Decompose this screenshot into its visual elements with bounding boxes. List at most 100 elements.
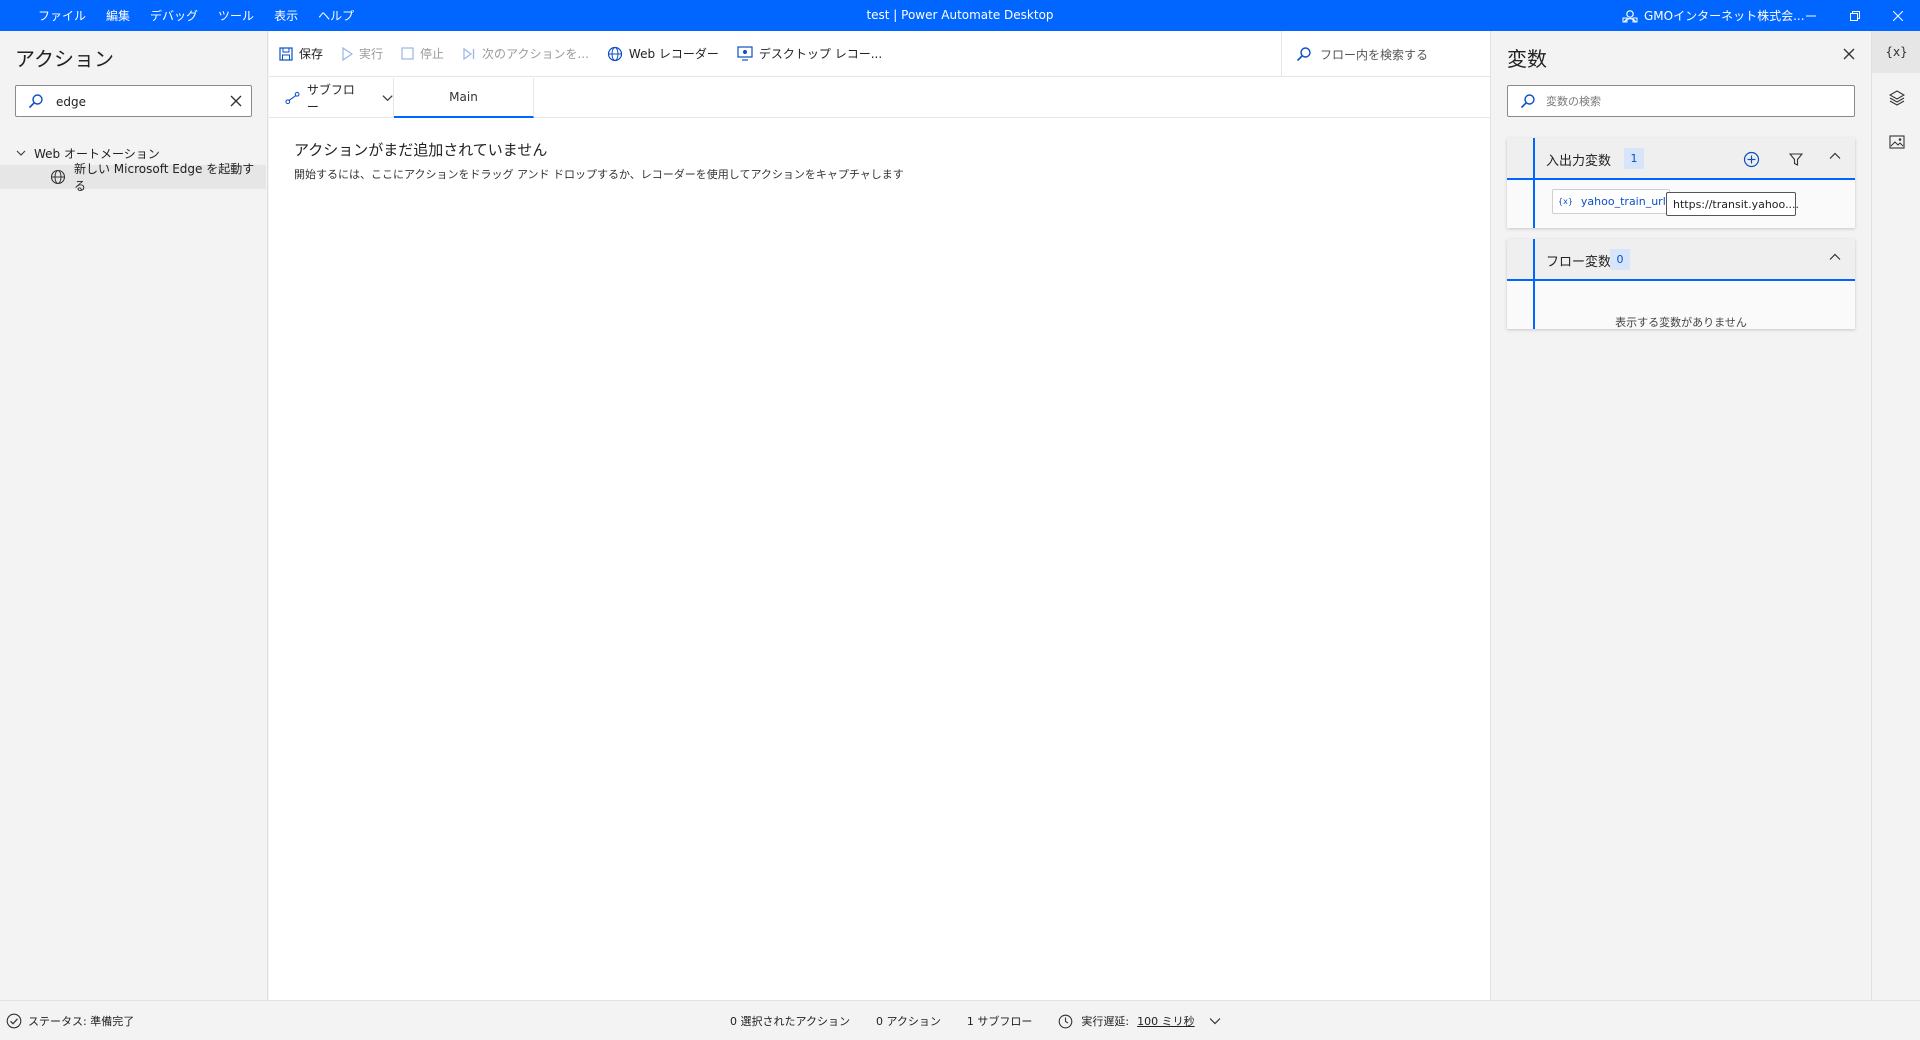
chevron-up-icon[interactable] bbox=[1829, 152, 1841, 160]
side-rail: {x} bbox=[1871, 31, 1920, 1000]
tree-group-label: Web オートメーション bbox=[34, 146, 160, 161]
chevron-down-icon bbox=[16, 150, 26, 156]
io-variables-header[interactable]: 入出力変数 1 bbox=[1507, 138, 1855, 180]
save-label: 保存 bbox=[299, 47, 324, 61]
stop-button[interactable]: 停止 bbox=[401, 45, 444, 62]
no-variables-text: 表示する変数がありません bbox=[1615, 316, 1747, 329]
chevron-up-icon[interactable] bbox=[1829, 253, 1841, 261]
flow-search-box[interactable]: フロー内を検索する bbox=[1281, 31, 1490, 77]
flow-variables-header[interactable]: フロー変数 0 bbox=[1507, 239, 1855, 281]
layers-icon bbox=[1888, 90, 1905, 106]
stop-icon bbox=[401, 47, 414, 60]
images-rail-button[interactable] bbox=[1872, 121, 1920, 163]
org-name: GMOインターネット株式会... bbox=[1644, 9, 1805, 23]
tab-bar: サブフロー Main bbox=[269, 78, 1490, 118]
close-icon[interactable] bbox=[1843, 48, 1855, 60]
actions-panel: アクション Web オートメーション 新しい Microsoft Edge を起… bbox=[0, 31, 268, 1000]
close-window-button[interactable] bbox=[1876, 0, 1920, 31]
organization-icon bbox=[1622, 9, 1638, 22]
menu-edit[interactable]: 編集 bbox=[106, 7, 130, 24]
status-bar: ステータス: 準備完了 0 選択されたアクション 0 アクション 1 サブフロー… bbox=[0, 1000, 1920, 1040]
save-button[interactable]: 保存 bbox=[279, 45, 323, 62]
toolbar: 保存 実行 停止 次のアクションを... Web レコーダー デスクトップ レコ… bbox=[269, 31, 1490, 77]
variable-value: https://transit.yahoo.... bbox=[1666, 192, 1799, 216]
close-icon bbox=[1893, 10, 1903, 21]
status-indicator: ステータス: 準備完了 bbox=[6, 1001, 134, 1040]
title-bar: ファイル 編集 デバッグ ツール 表示 ヘルプ test | Power Aut… bbox=[0, 0, 1920, 31]
action-item-label: 新しい Microsoft Edge を起動する bbox=[73, 162, 255, 193]
clear-search-icon[interactable] bbox=[229, 94, 243, 108]
status-text: ステータス: 準備完了 bbox=[28, 1015, 135, 1028]
tab-main[interactable]: Main bbox=[394, 78, 534, 118]
actions-search-box bbox=[15, 85, 252, 117]
web-recorder-label: Web レコーダー bbox=[628, 47, 719, 61]
run-label: 実行 bbox=[359, 47, 384, 61]
add-variable-icon[interactable] bbox=[1743, 151, 1760, 168]
run-button[interactable]: 実行 bbox=[341, 45, 383, 62]
actions-count: 0 アクション bbox=[875, 1015, 941, 1028]
variables-rail-button[interactable]: {x} bbox=[1872, 31, 1920, 73]
flow-variables-section: フロー変数 0 表示する変数がありません bbox=[1507, 239, 1855, 329]
subflow-icon bbox=[285, 91, 300, 105]
variables-search-placeholder: 変数の検索 bbox=[1546, 95, 1601, 108]
selected-actions-count: 0 選択されたアクション bbox=[730, 1015, 850, 1028]
search-icon bbox=[1296, 47, 1311, 62]
stop-label: 停止 bbox=[420, 47, 445, 61]
actions-search-input[interactable] bbox=[56, 92, 216, 112]
clock-icon bbox=[1059, 1014, 1073, 1028]
variables-icon: {x} bbox=[1885, 45, 1908, 59]
chevron-down-icon[interactable] bbox=[1209, 1017, 1221, 1025]
variables-search-input[interactable]: 変数の検索 bbox=[1507, 85, 1855, 117]
action-launch-edge[interactable]: 新しい Microsoft Edge を起動する bbox=[0, 162, 266, 193]
desktop-recorder-button[interactable]: デスクトップ レコー... bbox=[737, 45, 882, 62]
actions-panel-title: アクション bbox=[15, 47, 114, 71]
search-icon bbox=[1520, 94, 1535, 109]
empty-flow-description: 開始するには、ここにアクションをドラッグ アンド ドロップするか、レコーダーを使… bbox=[294, 168, 904, 181]
empty-flow-title: アクションがまだ追加されていません bbox=[294, 141, 548, 159]
ui-elements-rail-button[interactable] bbox=[1872, 77, 1920, 119]
desktop-recorder-icon bbox=[737, 46, 753, 61]
flow-search-placeholder: フロー内を検索する bbox=[1320, 47, 1429, 62]
menu-view[interactable]: 表示 bbox=[274, 7, 298, 24]
search-icon bbox=[28, 94, 43, 109]
minimize-button[interactable] bbox=[1789, 0, 1833, 31]
run-delay-value[interactable]: 100 ミリ秒 bbox=[1137, 1013, 1195, 1029]
web-recorder-button[interactable]: Web レコーダー bbox=[607, 45, 719, 62]
menu-file[interactable]: ファイル bbox=[38, 7, 86, 24]
step-icon bbox=[463, 47, 475, 60]
menu-help[interactable]: ヘルプ bbox=[318, 7, 354, 24]
play-icon bbox=[342, 46, 354, 61]
subflow-label: サブフロー bbox=[306, 83, 355, 114]
run-delay: 実行遅延: 100 ミリ秒 bbox=[1058, 1013, 1221, 1029]
org-account[interactable]: GMOインターネット株式会... bbox=[1622, 0, 1805, 31]
filter-icon[interactable] bbox=[1789, 153, 1803, 166]
variables-panel: 変数 変数の検索 入出力変数 1 {x} yahoo_train_url htt… bbox=[1490, 31, 1871, 1000]
io-variables-title: 入出力変数 bbox=[1546, 154, 1612, 169]
flow-variables-count: 0 bbox=[1610, 249, 1630, 270]
menu-bar: ファイル 編集 デバッグ ツール 表示 ヘルプ bbox=[28, 0, 364, 31]
status-counters: 0 選択されたアクション 0 アクション 1 サブフロー 実行遅延: 100 ミ… bbox=[730, 1001, 1221, 1040]
run-delay-label: 実行遅延: bbox=[1081, 1015, 1130, 1028]
flow-variables-title: フロー変数 bbox=[1546, 255, 1612, 270]
desktop-recorder-label: デスクトップ レコー... bbox=[758, 47, 883, 61]
menu-debug[interactable]: デバッグ bbox=[150, 7, 198, 24]
restore-button[interactable] bbox=[1833, 0, 1877, 31]
image-icon bbox=[1888, 135, 1905, 149]
subflow-dropdown[interactable]: サブフロー bbox=[269, 78, 394, 118]
variable-name: yahoo_train_url bbox=[1580, 195, 1666, 208]
section-accent-bar bbox=[1533, 138, 1535, 228]
minimize-icon bbox=[1806, 15, 1816, 16]
variable-name-chip[interactable]: {x} yahoo_train_url bbox=[1552, 189, 1670, 214]
next-action-button[interactable]: 次のアクションを... bbox=[462, 45, 589, 62]
io-variables-count: 1 bbox=[1624, 148, 1644, 169]
next-action-label: 次のアクションを... bbox=[482, 47, 589, 61]
restore-icon bbox=[1850, 10, 1860, 21]
globe-icon bbox=[607, 46, 623, 61]
variable-icon: {x} bbox=[1558, 197, 1573, 206]
subflows-count: 1 サブフロー bbox=[966, 1015, 1033, 1028]
menu-tools[interactable]: ツール bbox=[218, 7, 254, 24]
io-variables-section: 入出力変数 1 {x} yahoo_train_url https://tran… bbox=[1507, 138, 1855, 228]
chevron-down-icon bbox=[382, 95, 393, 102]
globe-icon bbox=[50, 169, 66, 185]
check-circle-icon bbox=[6, 1013, 22, 1029]
